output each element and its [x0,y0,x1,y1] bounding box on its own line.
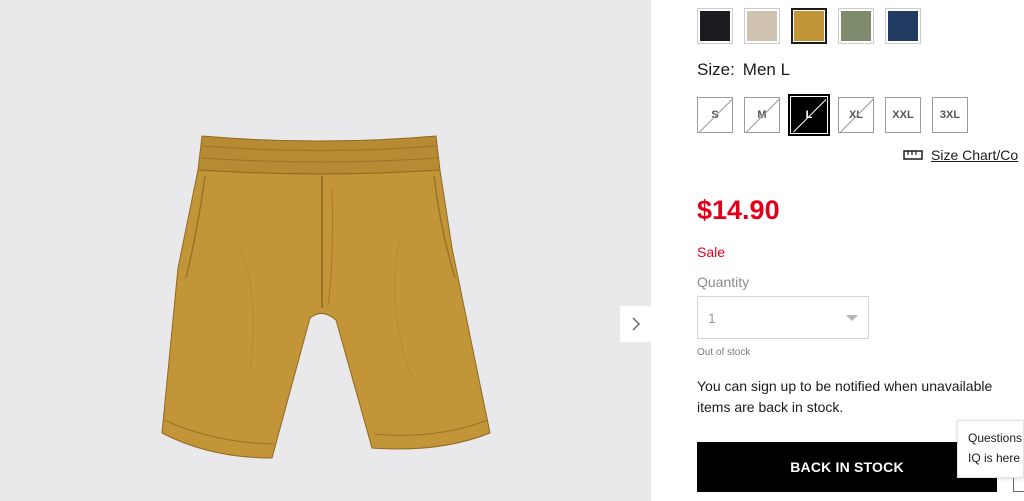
size-option-s[interactable]: S [697,97,733,133]
size-chart-link[interactable]: Size Chart/Co [903,147,1018,163]
size-selected-value: Men L [742,60,791,79]
swatch-fill [888,11,918,41]
help-tooltip-line2: IQ is here [968,451,1021,465]
swatch-fill [841,11,871,41]
size-option-m[interactable]: M [744,97,780,133]
stock-status: Out of stock [697,347,751,358]
help-tooltip-line1: Questions [968,431,1023,445]
size-option-xxl[interactable]: XXL [885,97,921,133]
quantity-value: 1 [708,309,716,326]
color-swatch-olive[interactable] [838,8,874,44]
size-option-l[interactable]: L [788,94,830,136]
size-options: S M L XL XXL 3XL [697,94,968,136]
swatch-fill [794,11,824,41]
color-swatch-mustard[interactable] [791,8,827,44]
ruler-icon [903,150,923,160]
chevron-right-icon [631,317,640,331]
notify-message: You can sign up to be notified when unav… [697,378,993,415]
chevron-down-icon [846,314,858,321]
swatch-fill [747,11,777,41]
next-image-button[interactable] [620,306,651,342]
help-tooltip[interactable]: Questions IQ is here [957,420,1024,478]
back-in-stock-button[interactable]: BACK IN STOCK [697,442,997,492]
product-price: $14.90 [697,195,780,225]
size-option-xl[interactable]: XL [838,97,874,133]
product-image-shorts [161,135,491,459]
size-chart-label: Size Chart/Co [931,147,1019,163]
size-label: Size: [697,60,735,79]
swatch-fill [700,11,730,41]
purchase-panel: Size: Men L S M L XL XXL 3XL Size Chart/C… [651,0,1024,501]
sale-badge: Sale [697,244,726,260]
color-swatch-black[interactable] [697,8,733,44]
checkbox-icon[interactable] [1013,478,1024,492]
product-image-gallery [0,0,651,501]
size-option-3xl[interactable]: 3XL [932,97,968,133]
color-swatches [697,8,921,44]
quantity-label: Quantity [697,274,750,290]
color-swatch-navy[interactable] [885,8,921,44]
quantity-select[interactable]: 1 [697,296,869,339]
color-swatch-beige[interactable] [744,8,780,44]
size-heading: Size: Men L [697,60,790,80]
